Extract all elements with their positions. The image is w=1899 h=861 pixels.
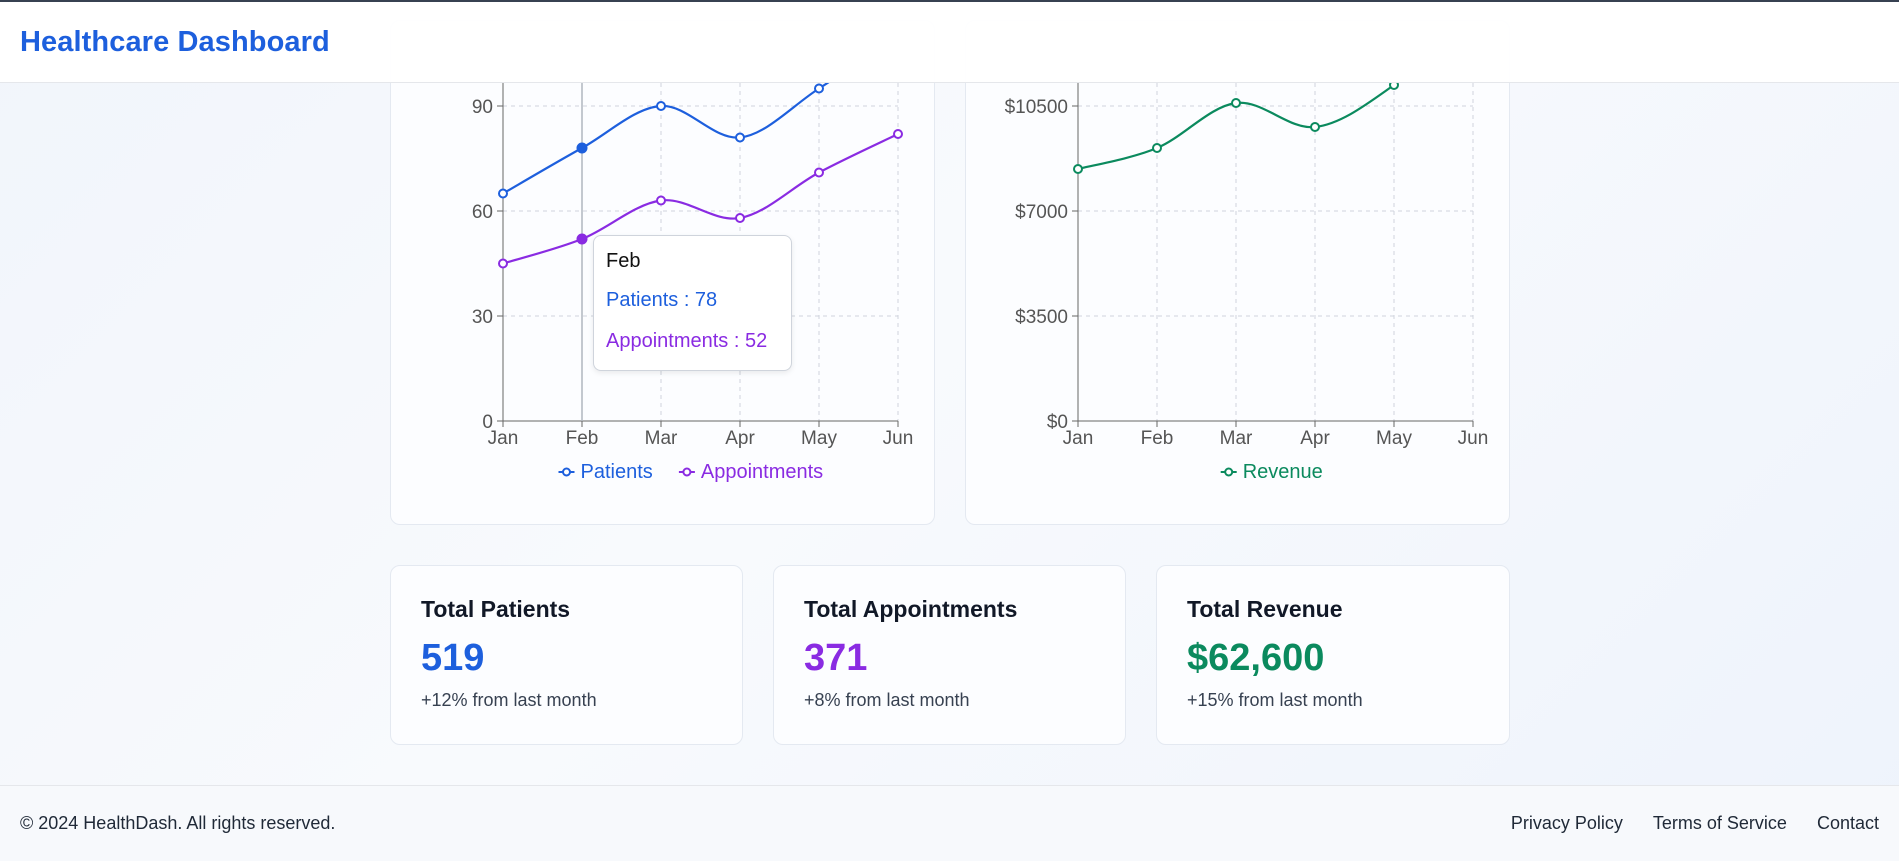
x-tick-label: Apr (725, 428, 755, 449)
legend-marker-icon (682, 467, 692, 477)
window-top-border (0, 0, 1899, 2)
stat-card-appointments: Total Appointments 371 +8% from last mon… (773, 565, 1126, 745)
x-tick-label: Feb (1141, 428, 1174, 449)
contact-link[interactable]: Contact (1817, 813, 1879, 834)
y-tick-label: 60 (472, 202, 493, 223)
stat-label: Total Patients (421, 596, 571, 622)
copyright-text: © 2024 HealthDash. All rights reserved. (20, 813, 336, 833)
stat-value: $62,600 (1187, 637, 1325, 679)
footer: © 2024 HealthDash. All rights reserved. … (0, 785, 1899, 861)
y-tick-label: $7000 (1015, 202, 1068, 223)
legend-marker-icon (1224, 467, 1234, 477)
revenue-chart-card: $0 $3500 $7000 $10500 Jan Feb Mar Apr May Jun Reve… (965, 20, 1510, 525)
data-point (1231, 98, 1241, 108)
data-point (498, 258, 508, 269)
stat-label: Total Appointments (804, 596, 1018, 622)
x-tick-label: May (801, 428, 837, 449)
y-tick-label: 90 (472, 97, 493, 118)
data-point (656, 195, 666, 206)
data-point (735, 132, 745, 143)
app-title[interactable]: Healthcare Dashboard (20, 26, 330, 59)
data-point (1073, 164, 1083, 174)
data-point (1310, 122, 1320, 132)
tooltip-title: Feb (606, 250, 641, 272)
legend-label: Appointments (701, 461, 823, 483)
x-tick-label: Mar (1220, 428, 1253, 449)
stat-change: +12% from last month (421, 690, 597, 710)
data-point (576, 142, 588, 154)
y-tick-label: $10500 (1005, 97, 1068, 118)
stat-card-patients: Total Patients 519 +12% from last month (390, 565, 743, 745)
x-tick-label: Feb (566, 428, 599, 449)
x-tick-label: Mar (645, 428, 678, 449)
stat-value: 519 (421, 637, 485, 679)
x-tick-label: Jan (1063, 428, 1094, 449)
x-tick-label: Apr (1300, 428, 1330, 449)
data-point (656, 101, 666, 111)
x-tick-label: Jun (883, 428, 914, 449)
data-point (893, 129, 903, 139)
data-point (498, 188, 508, 199)
legend-label: Patients (581, 461, 653, 483)
data-point (735, 213, 745, 223)
data-point (576, 233, 588, 245)
data-point (814, 83, 824, 94)
revenue-chart: $0$3500$7000$10500Jan Feb Mar Apr May JunReve… (1005, 83, 1489, 483)
footer-links: Privacy Policy Terms of Service Contact (1481, 813, 1879, 834)
legend-label: Revenue (1243, 461, 1323, 483)
x-tick-label: May (1376, 428, 1412, 449)
stat-label: Total Revenue (1187, 596, 1343, 622)
data-point (814, 167, 824, 178)
y-tick-label: $3500 (1015, 307, 1068, 328)
stat-change: +8% from last month (804, 690, 970, 710)
terms-of-service-link[interactable]: Terms of Service (1653, 813, 1787, 834)
legend-marker-icon (562, 467, 571, 477)
data-point (1152, 143, 1162, 153)
tooltip-appointments: Appointments : 52 (606, 330, 768, 352)
stat-value: 371 (804, 637, 868, 679)
stat-change: +15% from last month (1187, 690, 1363, 710)
chart-tooltip: Feb Patients : 78 Appointments : 52 (593, 235, 792, 371)
stat-card-revenue: Total Revenue $62,600 +15% from last mon… (1156, 565, 1510, 745)
privacy-policy-link[interactable]: Privacy Policy (1511, 813, 1623, 834)
tooltip-patients: Patients : 78 (606, 289, 718, 311)
y-tick-label: 30 (472, 307, 493, 328)
x-tick-label: Jan (488, 428, 519, 449)
header: Healthcare Dashboard (0, 2, 1899, 83)
x-tick-label: Jun (1458, 428, 1489, 449)
